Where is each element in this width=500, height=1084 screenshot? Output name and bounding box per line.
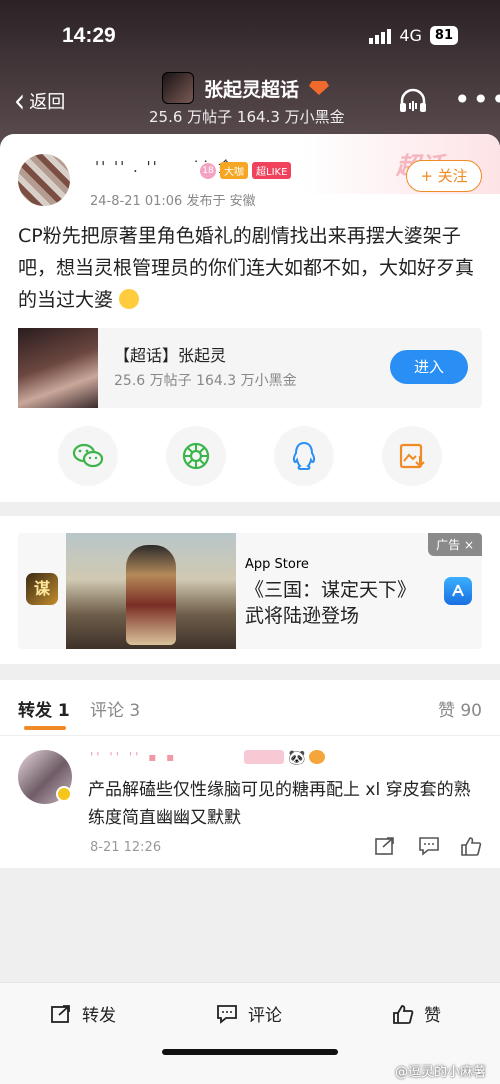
app-store-icon[interactable] [444,577,472,605]
app-store-label: App Store [245,557,309,572]
ad-close-tag[interactable]: 广告 × [428,533,482,556]
repost-username[interactable]: '' '' '' ▪ ▪ [90,750,177,764]
supertopic-title[interactable]: 张起灵超话 [162,72,330,104]
user-badges: 18 大咖 超LIKE [200,162,292,179]
tab-repost[interactable]: 转发 1 [18,696,70,721]
topic-avatar [162,72,194,104]
fish-icon [309,750,326,764]
vip-badge [56,786,72,802]
topic-card[interactable]: 【超话】张起灵 25.6 万帖子 164.3 万小黑金 进入 [18,328,482,408]
network-type: 4G [399,26,422,45]
moments-icon [182,442,210,470]
back-button[interactable]: ‹ 返回 [14,80,66,121]
post-body: CP粉先把原著里角色婚礼的剧情找出来再摆大婆架子吧，想当灵根管理员的你们连大如都… [18,225,475,311]
warrior-figure [126,545,176,645]
bottom-like-button[interactable]: 赞 [392,1001,441,1026]
share-moments-button[interactable] [166,426,226,486]
app-store-text: App Store [245,557,309,572]
topic-image [18,328,98,408]
avatar[interactable] [18,154,70,206]
back-label: 返回 [29,92,66,113]
topic-stats: 25.6 万帖子 164.3 万小黑金 [114,373,297,389]
vip-level-icon [244,750,284,764]
repost-text: 产品解磕些仅性缘脑可见的糖再配上 xl 穿皮套的熟练度简直幽幽又默默 [88,780,471,828]
bottom-repost-label: 转发 [82,1006,116,1026]
ad-subtitle: 武将陆逊登场 [245,605,360,627]
tab-like[interactable]: 赞 90 [438,696,482,721]
save-image-button[interactable] [382,426,442,486]
repost-icon [51,1004,70,1023]
post-text: CP粉先把原著里角色婚礼的剧情找出来再摆大婆架子吧，想当灵根管理员的你们连大如都… [18,220,484,316]
page-title: 张起灵超话 [204,78,300,101]
signal-icon [369,28,392,44]
bottom-like-label: 赞 [424,1006,441,1026]
bottom-action-bar: 转发 评论 赞 @逗灵的小麻薯 [0,982,500,1084]
save-image-icon [399,443,425,469]
active-tab-indicator [24,726,66,730]
ad-title: 《三国：谋定天下》 [245,579,417,601]
panda-icon: 🐼 [288,750,306,766]
ad-image [66,533,236,649]
home-indicator [162,1049,338,1055]
qq-icon [292,441,316,470]
level-badge: 18 [200,162,216,179]
diamond-icon [309,81,330,95]
repost-time: 8-21 12:26 [90,840,162,855]
chevron-left-icon: ‹ [14,80,26,121]
tab-comment[interactable]: 评论 3 [90,696,140,721]
enter-button[interactable]: 进入 [390,350,468,384]
more-icon[interactable]: ••• [454,86,500,114]
watermark: @逗灵的小麻薯 [394,1065,486,1080]
post-card: 超话 '' '' . '' ˙˙ 金 18 大咖 超LIKE 24-8-21 0… [0,134,500,502]
status-bar-right: 4G 81 [369,26,458,45]
list-item: '' '' '' ▪ ▪ 🐼 产品解磕些仅性缘脑可见的糖再配上 xl 穿皮套的熟… [0,736,500,868]
status-time: 14:29 [62,24,116,47]
share-wechat-button[interactable] [58,426,118,486]
ad-section: 谋 App Store 《三国：谋定天下》 武将陆逊登场 广告 × [0,516,500,664]
like-icon[interactable] [460,836,482,856]
topic-name: 【超话】张起灵 [114,346,227,365]
fan-badge: 大咖 [220,162,248,179]
bottom-comment-button[interactable]: 评论 [216,1001,282,1026]
bottom-repost-button[interactable]: 转发 [50,1001,116,1026]
post-meta: 24-8-21 01:06 发布于 安徽 [90,194,256,209]
topic-stats-header: 25.6 万帖子 164.3 万小黑金 [149,108,345,126]
share-row [0,426,500,486]
follow-button[interactable]: + 关注 [406,160,482,192]
comment-icon[interactable] [418,836,440,856]
smile-emoji-icon [119,289,140,309]
bottom-comment-label: 评论 [248,1006,282,1026]
repost-icon[interactable] [374,836,396,856]
share-qq-button[interactable] [274,426,334,486]
comment-icon [217,1004,237,1024]
ad-banner[interactable]: 谋 App Store 《三国：谋定天下》 武将陆逊登场 广告 × [18,533,482,649]
like-icon [393,1004,414,1024]
user-decoration-icons: 🐼 [244,750,326,766]
interaction-tabs: 转发 1 评论 3 赞 90 [0,680,500,736]
wechat-icon [72,443,104,468]
headphones-icon[interactable] [398,88,428,114]
header: 14:29 4G 81 ‹ 返回 张起灵超话 25.6 万帖子 164.3 万小… [0,0,500,150]
game-app-icon: 谋 [26,573,58,605]
battery-indicator: 81 [429,26,458,45]
like-badge: 超LIKE [252,162,292,179]
